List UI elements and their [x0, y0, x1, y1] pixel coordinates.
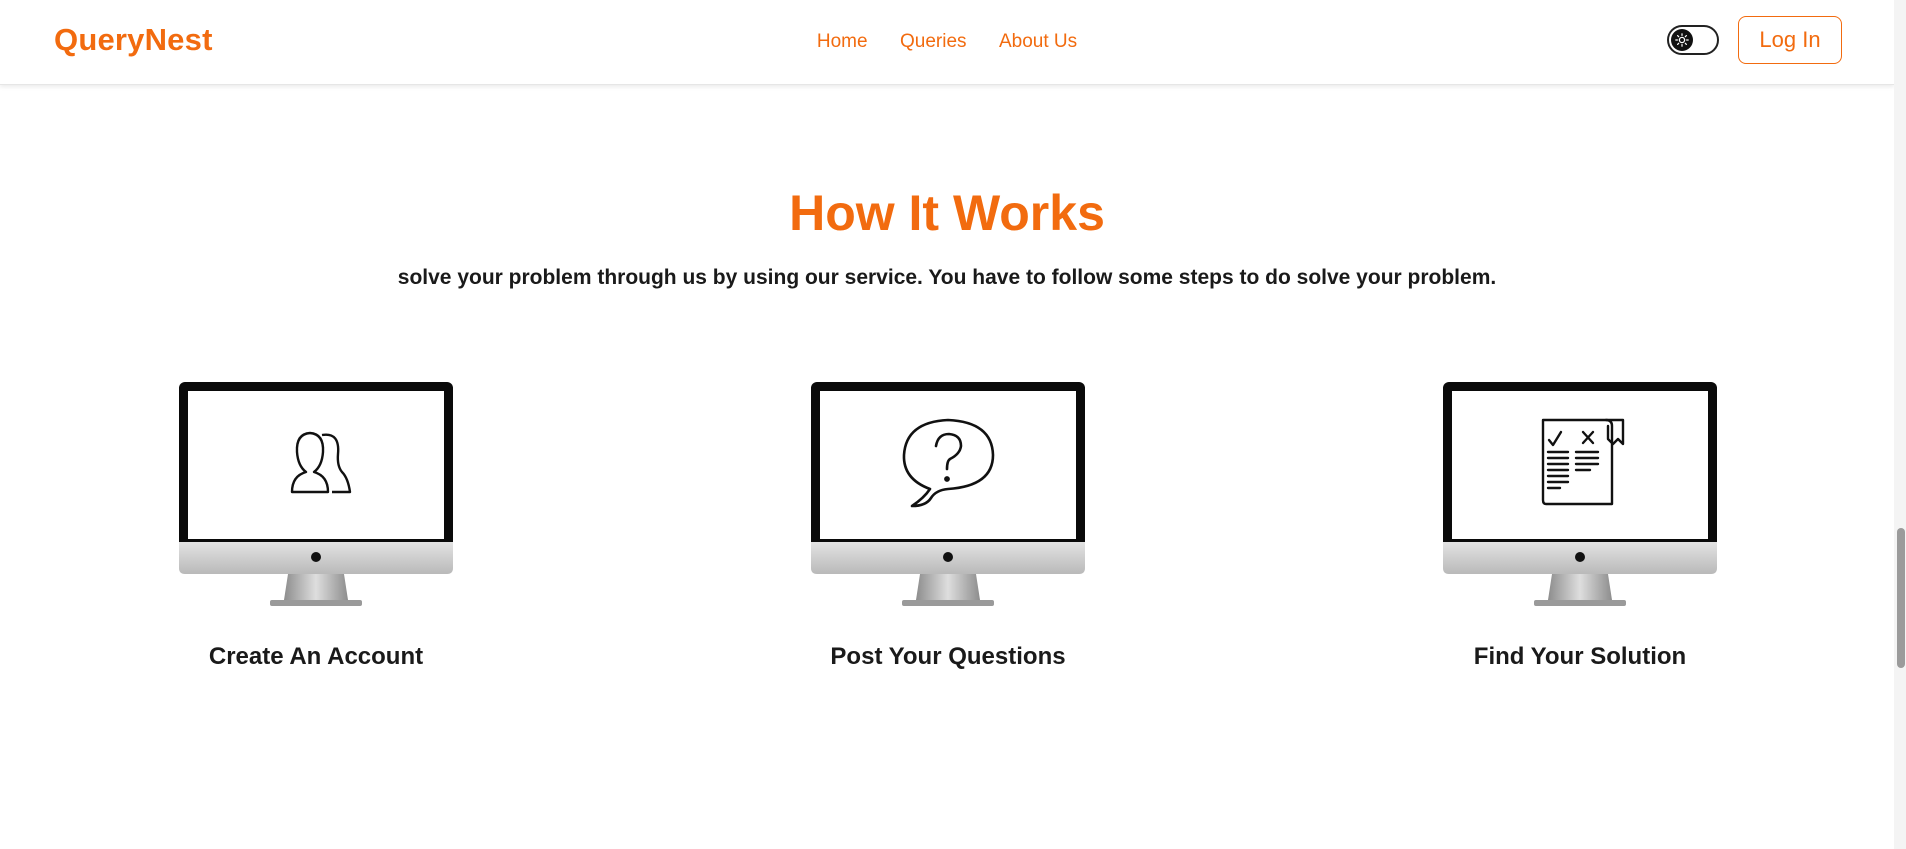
step-title: Post Your Questions: [830, 643, 1066, 670]
step-card-create-account: Create An Account: [166, 382, 466, 671]
nav-link-home[interactable]: Home: [817, 31, 868, 53]
section-title: How It Works: [789, 185, 1105, 241]
scrollbar[interactable]: [1894, 0, 1906, 849]
monitor-users-illustration: [179, 382, 453, 606]
monitor-checklist-illustration: [1443, 382, 1717, 606]
nav-link-queries[interactable]: Queries: [900, 31, 967, 53]
step-card-find-solution: Find Your Solution: [1430, 382, 1730, 671]
monitor-question-illustration: [811, 382, 1085, 606]
theme-toggle[interactable]: [1667, 25, 1719, 55]
navbar: QueryNest Home Queries About Us Log In: [0, 0, 1894, 85]
nav-links: Home Queries About Us: [0, 31, 1894, 53]
step-title: Create An Account: [208, 643, 424, 670]
login-button[interactable]: Log In: [1738, 16, 1842, 64]
step-card-post-questions: Post Your Questions: [798, 382, 1098, 671]
sun-icon: [1671, 29, 1693, 51]
section-subtitle: solve your problem through us by using o…: [397, 266, 1497, 289]
scrollbar-thumb[interactable]: [1897, 528, 1905, 668]
nav-link-about-us[interactable]: About Us: [999, 31, 1077, 53]
step-title: Find Your Solution: [1473, 643, 1687, 670]
